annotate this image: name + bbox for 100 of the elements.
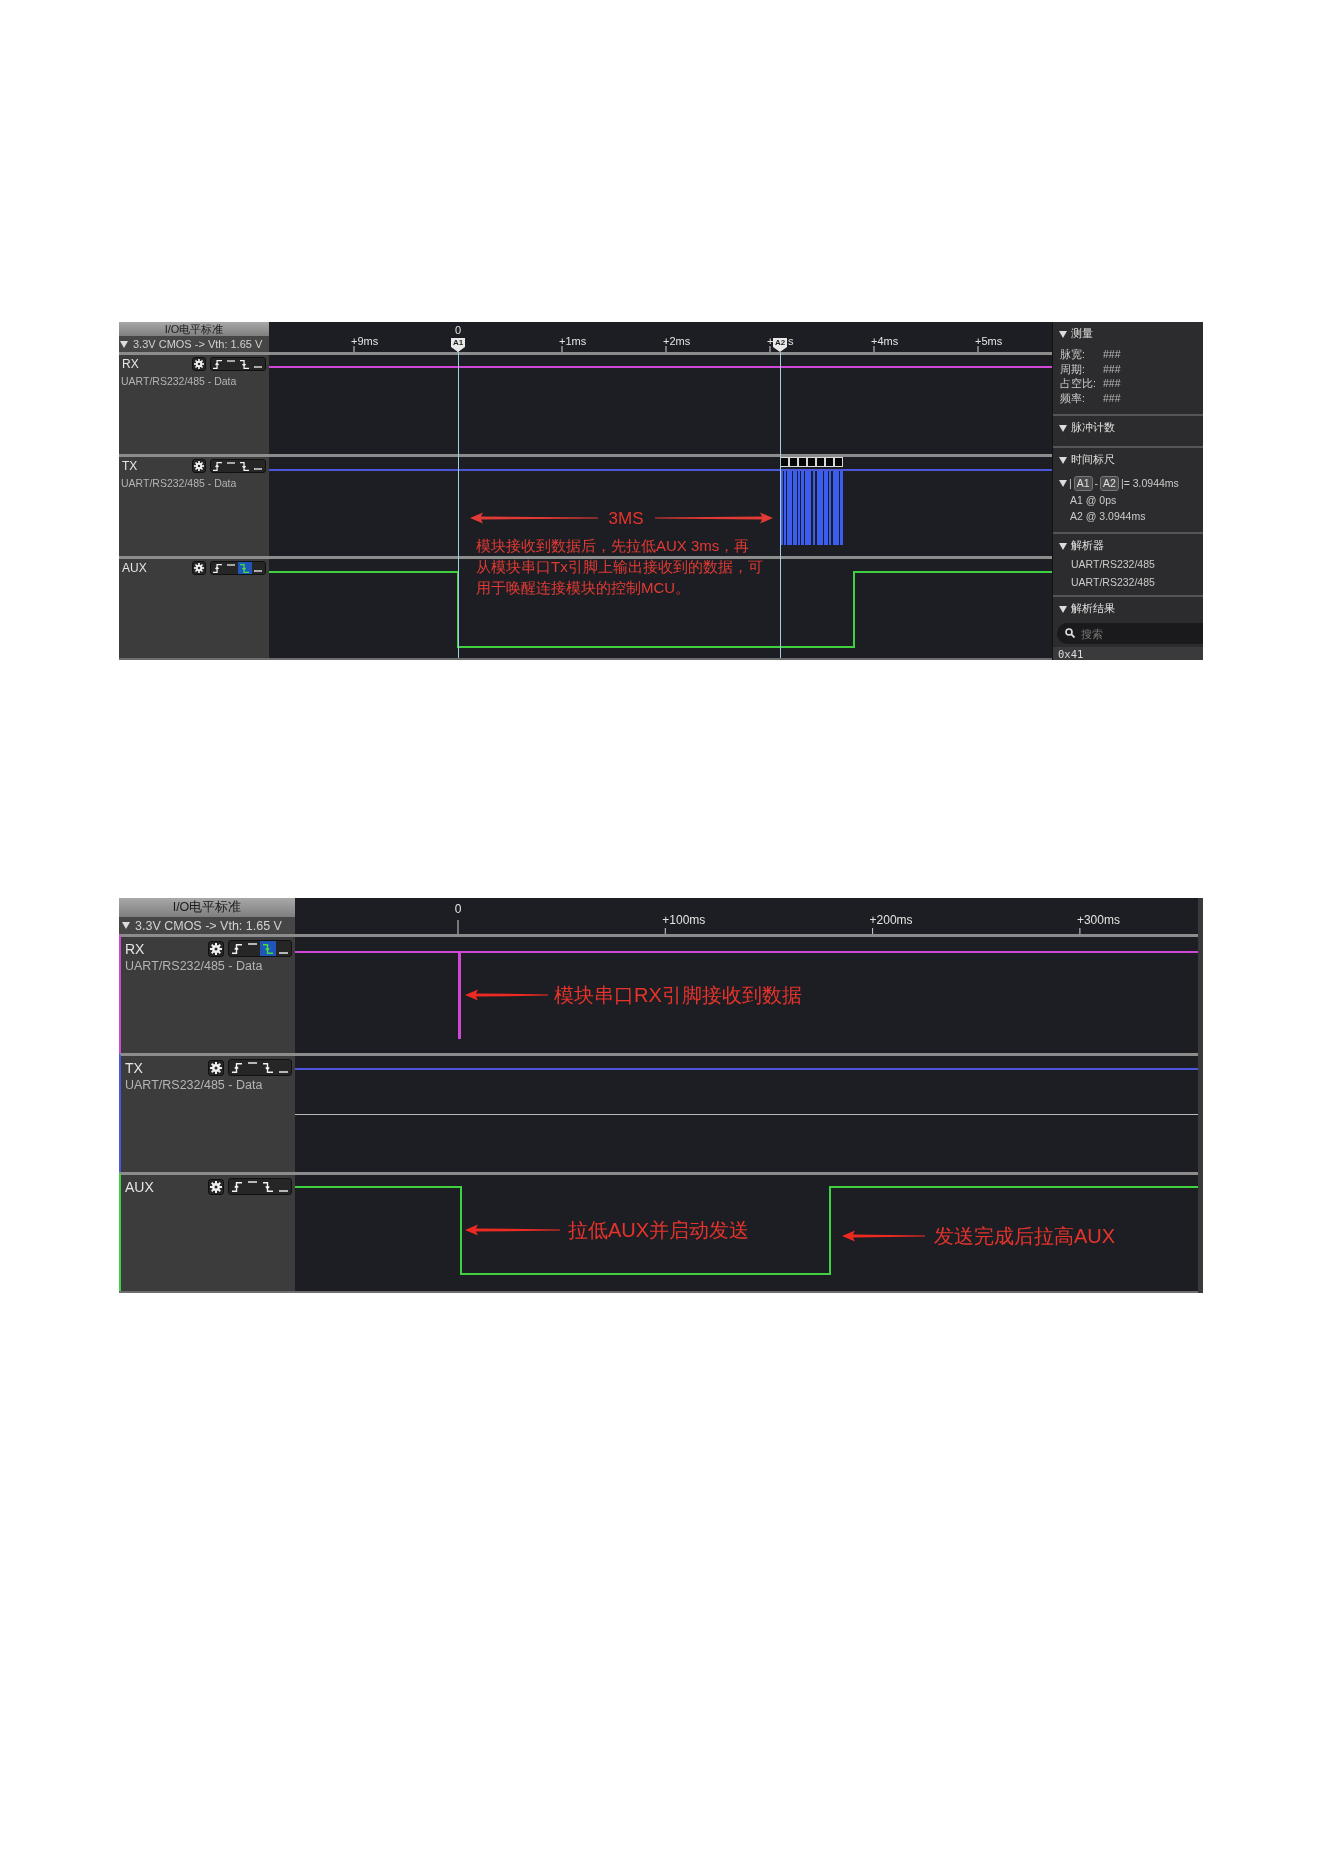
trigger-button[interactable]: [238, 358, 252, 370]
trigger-button[interactable]: [229, 941, 245, 956]
decoded-byte-marker[interactable]: [816, 457, 825, 467]
measurement-value: ###: [1103, 347, 1122, 362]
gear-icon: [194, 359, 204, 369]
caret-icon[interactable]: [1059, 542, 1067, 550]
settings-button[interactable]: [208, 1178, 224, 1195]
caret-icon[interactable]: [1059, 479, 1067, 487]
delta-text: -: [1094, 477, 1099, 489]
channel-name: RX: [122, 357, 140, 371]
annotation-text: 模块串口RX引脚接收到数据: [554, 985, 802, 1005]
decoded-byte-marker[interactable]: [789, 457, 798, 467]
protocol-label: UART/RS232/485 - Data: [121, 374, 238, 388]
level-standard-dropdown[interactable]: 3.3V CMOS -> Vth: 1.65 V: [119, 917, 295, 934]
cursor-position: A2 @ 3.0944ms: [1069, 509, 1147, 524]
search-field[interactable]: 搜索: [1057, 623, 1203, 644]
ruler-tick-label: +1ms: [559, 336, 587, 347]
channel-name: AUX: [125, 1178, 155, 1195]
trigger-button[interactable]: [229, 1060, 245, 1075]
rising-edge-icon: [231, 1062, 242, 1073]
level-standard-dropdown[interactable]: 3.3V CMOS -> Vth: 1.65 V: [119, 336, 269, 352]
settings-button[interactable]: [192, 459, 206, 473]
trigger-button[interactable]: [211, 358, 225, 370]
cursor-flag[interactable]: A2: [773, 338, 787, 352]
trigger-button[interactable]: [260, 1179, 276, 1194]
decoder-item[interactable]: UART/RS232/485: [1053, 555, 1203, 573]
panel-title: I/O电平标准: [119, 898, 295, 917]
annotation-text: 从模块串口Tx引脚上输出接收到的数据，可: [476, 557, 763, 577]
decoded-byte-marker[interactable]: [807, 457, 816, 467]
annotation-text: 模块接收到数据后，先拉低AUX 3ms，再: [476, 536, 750, 556]
channel-name: TX: [122, 459, 139, 473]
section-header[interactable]: 测量: [1053, 326, 1203, 342]
decoded-byte-marker[interactable]: [834, 457, 843, 467]
decoded-byte-marker[interactable]: [798, 457, 807, 467]
annotation-text: 拉低AUX并启动发送: [568, 1220, 750, 1240]
panel-title: I/O电平标准: [119, 322, 269, 336]
decoder-item[interactable]: UART/RS232/485: [1053, 573, 1203, 591]
gear-icon: [210, 1061, 222, 1074]
trigger-button[interactable]: [211, 562, 225, 574]
falling-edge-icon: [240, 359, 250, 369]
rising-edge-icon: [213, 461, 223, 471]
ruler-tick-label: 0: [454, 325, 462, 336]
channel-name: RX: [125, 940, 146, 957]
falling-edge-icon: [240, 563, 250, 573]
gear-icon: [210, 1180, 222, 1193]
caret-icon[interactable]: [1059, 456, 1067, 464]
measurement-label: 占空比:: [1060, 376, 1097, 391]
ruler-tick-label: +100ms: [662, 914, 706, 926]
result-row[interactable]: 0x41: [1053, 647, 1203, 660]
cursor-tag: A2: [1100, 475, 1119, 491]
section-header[interactable]: 解析器: [1053, 538, 1203, 554]
measurement-label: 频率:: [1060, 390, 1086, 405]
section-header[interactable]: 解析结果: [1053, 601, 1203, 617]
protocol-label: UART/RS232/485 - Data: [121, 476, 238, 490]
caret-icon[interactable]: [1059, 424, 1067, 432]
gear-icon: [194, 461, 204, 471]
rising-edge-icon: [213, 359, 223, 369]
ruler-tick-label: +5ms: [975, 336, 1003, 347]
gear-icon: [210, 942, 222, 955]
rising-edge-icon: [213, 563, 223, 573]
settings-button[interactable]: [192, 561, 206, 575]
caret-icon[interactable]: [120, 340, 128, 348]
protocol-label: UART/RS232/485 - Data: [125, 959, 264, 974]
section-header[interactable]: 时间标尺: [1053, 452, 1203, 468]
trigger-button[interactable]: [238, 460, 252, 472]
caret-icon[interactable]: [122, 922, 130, 929]
annotation-text: 发送完成后拉高AUX: [934, 1226, 1116, 1246]
delta-text: |= 3.0944ms: [1120, 477, 1179, 489]
ruler-tick-label: +300ms: [1076, 914, 1120, 926]
caret-icon[interactable]: [1059, 605, 1067, 613]
settings-button[interactable]: [208, 940, 224, 957]
channel-name: TX: [125, 1059, 144, 1076]
measurement-label: 脉宽:: [1060, 347, 1086, 362]
settings-button[interactable]: [208, 1059, 224, 1076]
measurement-value: ###: [1103, 361, 1122, 376]
rising-edge-icon: [231, 1181, 242, 1192]
search-icon: [1065, 628, 1075, 638]
ruler-tick-label: +9ms: [351, 336, 379, 347]
cursor-position: A1 @ 0ps: [1069, 493, 1118, 508]
falling-edge-icon: [262, 1181, 273, 1192]
falling-edge-icon: [262, 943, 273, 954]
trigger-button[interactable]: [229, 1179, 245, 1194]
ruler-tick-label: s: [788, 336, 794, 347]
caret-icon[interactable]: [1059, 330, 1067, 338]
settings-button[interactable]: [192, 357, 206, 371]
duration-label: 3MS: [608, 509, 644, 527]
rising-edge-icon: [231, 943, 242, 954]
cursor-flag[interactable]: A1: [451, 338, 465, 352]
trigger-button[interactable]: [211, 460, 225, 472]
falling-edge-icon: [240, 461, 250, 471]
decoded-byte-marker[interactable]: [825, 457, 834, 467]
ruler-tick-label: 0: [454, 903, 462, 915]
section-header[interactable]: 脉冲计数: [1053, 420, 1203, 436]
protocol-label: UART/RS232/485 - Data: [125, 1078, 264, 1093]
measurement-value: ###: [1103, 390, 1122, 405]
trigger-button[interactable]: [260, 1060, 276, 1075]
channel-name: AUX: [122, 561, 148, 575]
ruler-tick-label: +2ms: [663, 336, 691, 347]
delta-text: |: [1069, 477, 1072, 489]
decoded-byte-marker[interactable]: [780, 457, 789, 467]
